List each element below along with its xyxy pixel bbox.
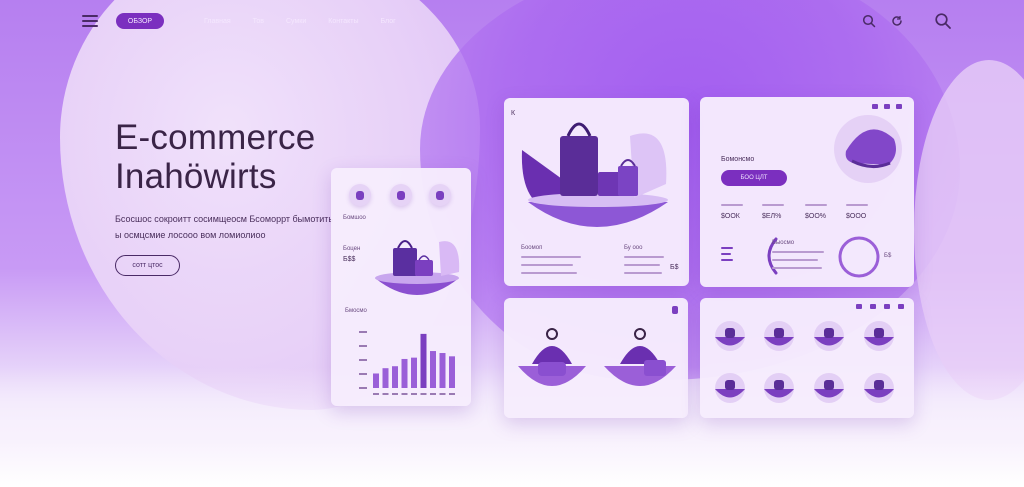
hero-description-line-2: ы осмцсмие лосооо вом ломиолиоо: [115, 230, 266, 240]
tag-icon[interactable]: [672, 306, 678, 314]
product-grid-card: [700, 298, 914, 418]
chart-tick: [359, 373, 367, 375]
cta-button[interactable]: сотт цтос: [115, 255, 180, 276]
chart-x-tick: [420, 393, 427, 395]
chart-x-tick: [401, 393, 408, 395]
corner-label: К: [511, 110, 516, 117]
hero-title-line-2: Inahöwirts: [115, 157, 277, 196]
product-thumbnail[interactable]: [813, 320, 845, 352]
search-icon[interactable]: [862, 14, 876, 28]
stat-value: $ЕЛ%: [762, 213, 782, 220]
nav-links: Главная Тов Сумки Контакты Блог: [204, 18, 396, 25]
bags-card: [504, 298, 688, 418]
chart-x-tick: [373, 393, 379, 395]
phone-card: Бомшоо Боцен Б$$ Бмосмо: [331, 168, 471, 406]
window-control-icon[interactable]: [856, 304, 862, 309]
chart-bar: [449, 356, 455, 388]
products-card: К Боомоп Бу ооо Б$: [504, 98, 689, 286]
section-label: Бомшоо: [343, 215, 366, 221]
stats-title: Бомонсмо: [721, 156, 755, 163]
chart-tick: [359, 331, 367, 333]
brand-pill[interactable]: ОБЗОР: [116, 13, 164, 29]
stat-value: $ООО: [846, 213, 867, 220]
bar-chart: [359, 331, 455, 395]
chart-x-tick: [411, 393, 417, 395]
window-control-icon[interactable]: [870, 304, 876, 309]
product-thumbnail[interactable]: [763, 320, 795, 352]
chart-bar: [439, 353, 446, 388]
chart-x-tick: [439, 393, 446, 395]
product-thumbnail[interactable]: [813, 372, 845, 404]
window-control-icon[interactable]: [896, 104, 902, 109]
chart-bar: [392, 366, 398, 388]
chart-tick: [359, 387, 367, 389]
product-price: Б$: [670, 264, 679, 271]
product-thumbnail[interactable]: [863, 320, 895, 352]
refresh-icon[interactable]: [890, 14, 904, 28]
nav-link-bags[interactable]: Сумки: [286, 18, 306, 25]
bag-illustration: [604, 328, 676, 386]
stat-value: $ОО%: [805, 213, 827, 220]
hero-title: E-commerce Inahöwirts: [115, 118, 355, 196]
window-control-icon[interactable]: [872, 104, 878, 109]
hat-illustration: [834, 115, 902, 183]
hero-title-line-1: E-commerce: [115, 118, 316, 157]
top-navigation: ОБЗОР Главная Тов Сумки Контакты Блог: [82, 10, 952, 32]
search-icon[interactable]: [934, 12, 952, 30]
chart-bar: [401, 358, 408, 388]
window-control-icon[interactable]: [884, 304, 890, 309]
price-value: Б$$: [343, 256, 356, 263]
bag-icon: [397, 190, 405, 200]
products-illustration: [521, 122, 668, 227]
chart-x-tick: [392, 393, 398, 395]
mini-label: Быосмо: [772, 240, 795, 246]
chart-bar: [420, 333, 427, 388]
stats-card: Бомонсмо БОО ЦЛТ $ООК $ЕЛ% $ОО% $ООО Быо…: [700, 97, 914, 287]
nav-link-shop[interactable]: Тов: [253, 18, 264, 25]
category-button[interactable]: [390, 184, 412, 206]
shopping-bags-illustration: [375, 240, 460, 295]
chart-x-tick: [449, 393, 455, 395]
stat-value: $ООК: [721, 213, 740, 220]
hero-description: Бсосшос сокроитт сосимщеосм Бсоморрт бым…: [115, 211, 355, 243]
hero-description-line-1: Бсосшос сокроитт сосимщеосм Бсоморрт бым…: [115, 214, 334, 224]
chart-x-tick: [382, 393, 389, 395]
chart-label: Бмосмо: [345, 308, 367, 314]
price-label: Боцен: [343, 246, 361, 252]
ring-value: Б$: [884, 253, 892, 259]
window-control-icon[interactable]: [898, 304, 904, 309]
nav-icons: [862, 12, 952, 30]
nav-link-blog[interactable]: Блог: [381, 18, 396, 25]
product-thumbnail[interactable]: [714, 320, 746, 352]
chart-tick: [359, 359, 367, 361]
chart-bar: [373, 373, 379, 388]
nav-link-home[interactable]: Главная: [204, 18, 231, 25]
progress-ring: [838, 236, 880, 278]
bag-illustration: [518, 328, 586, 386]
chart-bar: [430, 351, 436, 388]
bag-icon: [356, 190, 364, 200]
chart-tick: [359, 345, 367, 347]
product-title: Бу ооо: [624, 245, 643, 251]
mini-list-icon: [721, 247, 733, 263]
window-control-icon[interactable]: [884, 104, 890, 109]
category-button[interactable]: [349, 184, 371, 206]
product-thumbnail[interactable]: [863, 372, 895, 404]
stats-action-button[interactable]: БОО ЦЛТ: [721, 170, 787, 186]
chart-bar: [411, 357, 417, 388]
menu-icon[interactable]: [82, 15, 98, 27]
product-thumbnail[interactable]: [714, 372, 746, 404]
bag-icon: [436, 190, 444, 200]
product-title: Боомоп: [521, 245, 543, 251]
chart-x-tick: [430, 393, 436, 395]
category-button[interactable]: [429, 184, 451, 206]
chart-bar: [382, 368, 389, 388]
product-thumbnail[interactable]: [763, 372, 795, 404]
nav-link-contacts[interactable]: Контакты: [328, 18, 358, 25]
